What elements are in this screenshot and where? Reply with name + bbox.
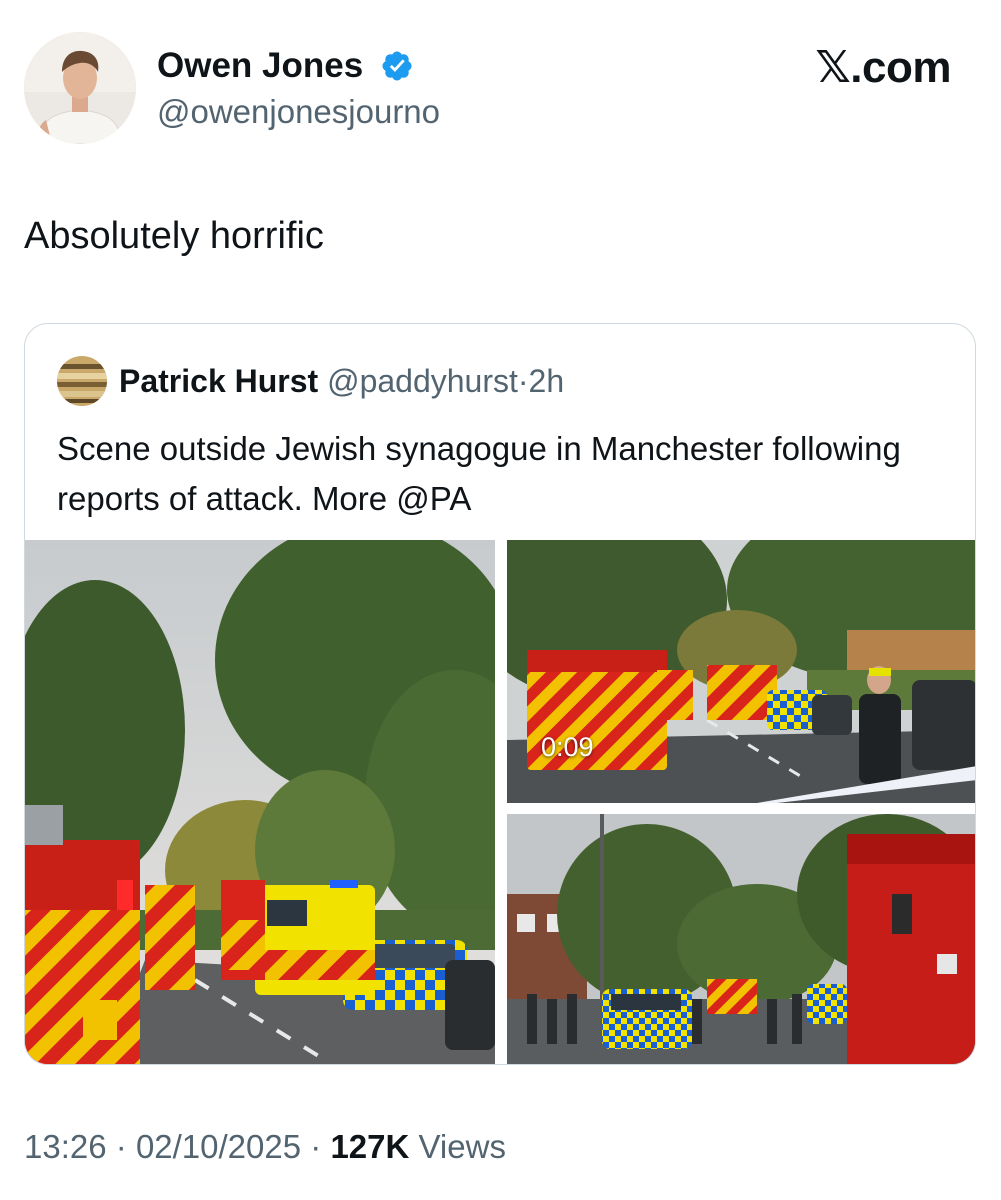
cordoned-street-photo [507,814,975,1064]
author-display-name[interactable]: Owen Jones [157,44,363,88]
author-handle[interactable]: @owenjonesjourno [157,92,440,132]
views-count: 127K [330,1128,410,1165]
quote-author-handle[interactable]: @paddyhurst [327,363,518,399]
quote-author-name[interactable]: Patrick Hurst [119,363,318,399]
video-duration: 0:09 [541,732,594,762]
media-video[interactable]: 0:09 [507,540,975,803]
tweet-time[interactable]: 13:26 [24,1128,107,1165]
x-com-brand: 𝕏.com [815,43,951,92]
meta-separator: · [115,1128,127,1165]
profile-photo-icon [57,356,107,406]
profile-photo-icon [24,32,136,144]
fire-engines-street-photo [25,540,495,1064]
quote-timestamp[interactable]: 2h [529,363,565,399]
verified-badge-icon [380,49,414,83]
quote-tweet-card[interactable]: Patrick Hurst @paddyhurst·2h Scene outsi… [24,323,976,1065]
author-avatar[interactable] [24,32,136,144]
quote-text: Scene outside Jewish synagogue in Manche… [57,430,901,517]
media-photo-2[interactable] [507,814,975,1064]
quote-author-avatar[interactable] [57,356,107,406]
tweet-meta: 13:26 · 02/10/2025 · 127K Views [24,1125,506,1169]
quote-separator: · [517,363,529,399]
quote-header: Patrick Hurst @paddyhurst·2h [119,360,564,402]
media-photo-1[interactable] [25,540,495,1064]
tweet-text: Absolutely horrific [24,215,324,257]
tweet-date[interactable]: 02/10/2025 [136,1128,301,1165]
views-label: Views [418,1128,506,1165]
meta-separator: · [310,1128,322,1165]
